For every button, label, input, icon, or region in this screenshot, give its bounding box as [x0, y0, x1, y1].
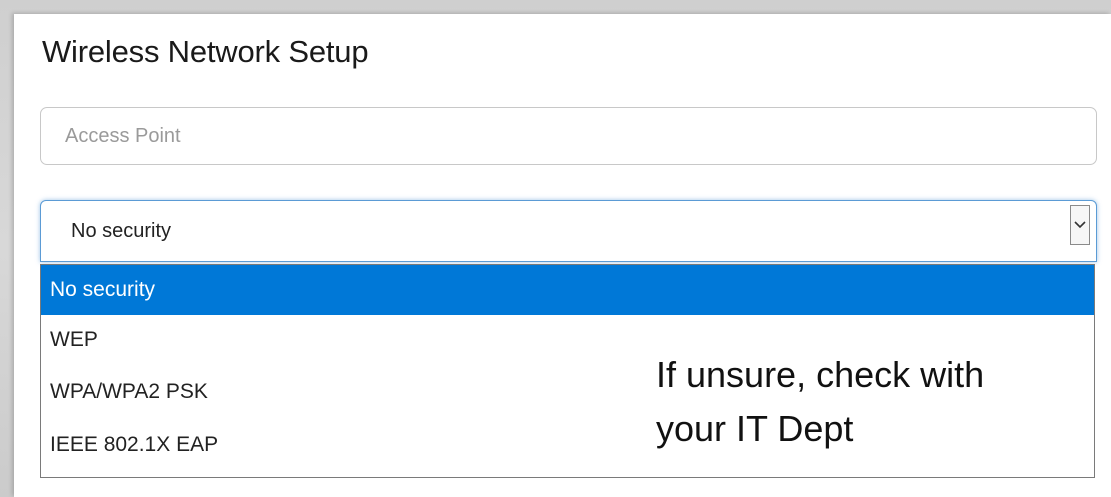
dropdown-toggle[interactable]: [1070, 205, 1090, 245]
security-select[interactable]: No security: [40, 200, 1097, 262]
security-selected-value: No security: [71, 220, 172, 242]
help-note-line-2: your IT Dept: [656, 408, 854, 449]
chevron-down-icon: [1074, 221, 1086, 229]
help-note-line-1: If unsure, check with: [656, 354, 985, 395]
security-option-no-security[interactable]: No security: [41, 265, 1094, 315]
access-point-input[interactable]: [40, 107, 1097, 165]
page-title: Wireless Network Setup: [42, 34, 369, 69]
setup-panel: Wireless Network Setup No security No se…: [14, 14, 1111, 497]
help-note: If unsure, check with your IT Dept: [656, 348, 1076, 456]
security-dropdown-list: No security WEP WPA/WPA2 PSK IEEE 802.1X…: [40, 264, 1095, 478]
